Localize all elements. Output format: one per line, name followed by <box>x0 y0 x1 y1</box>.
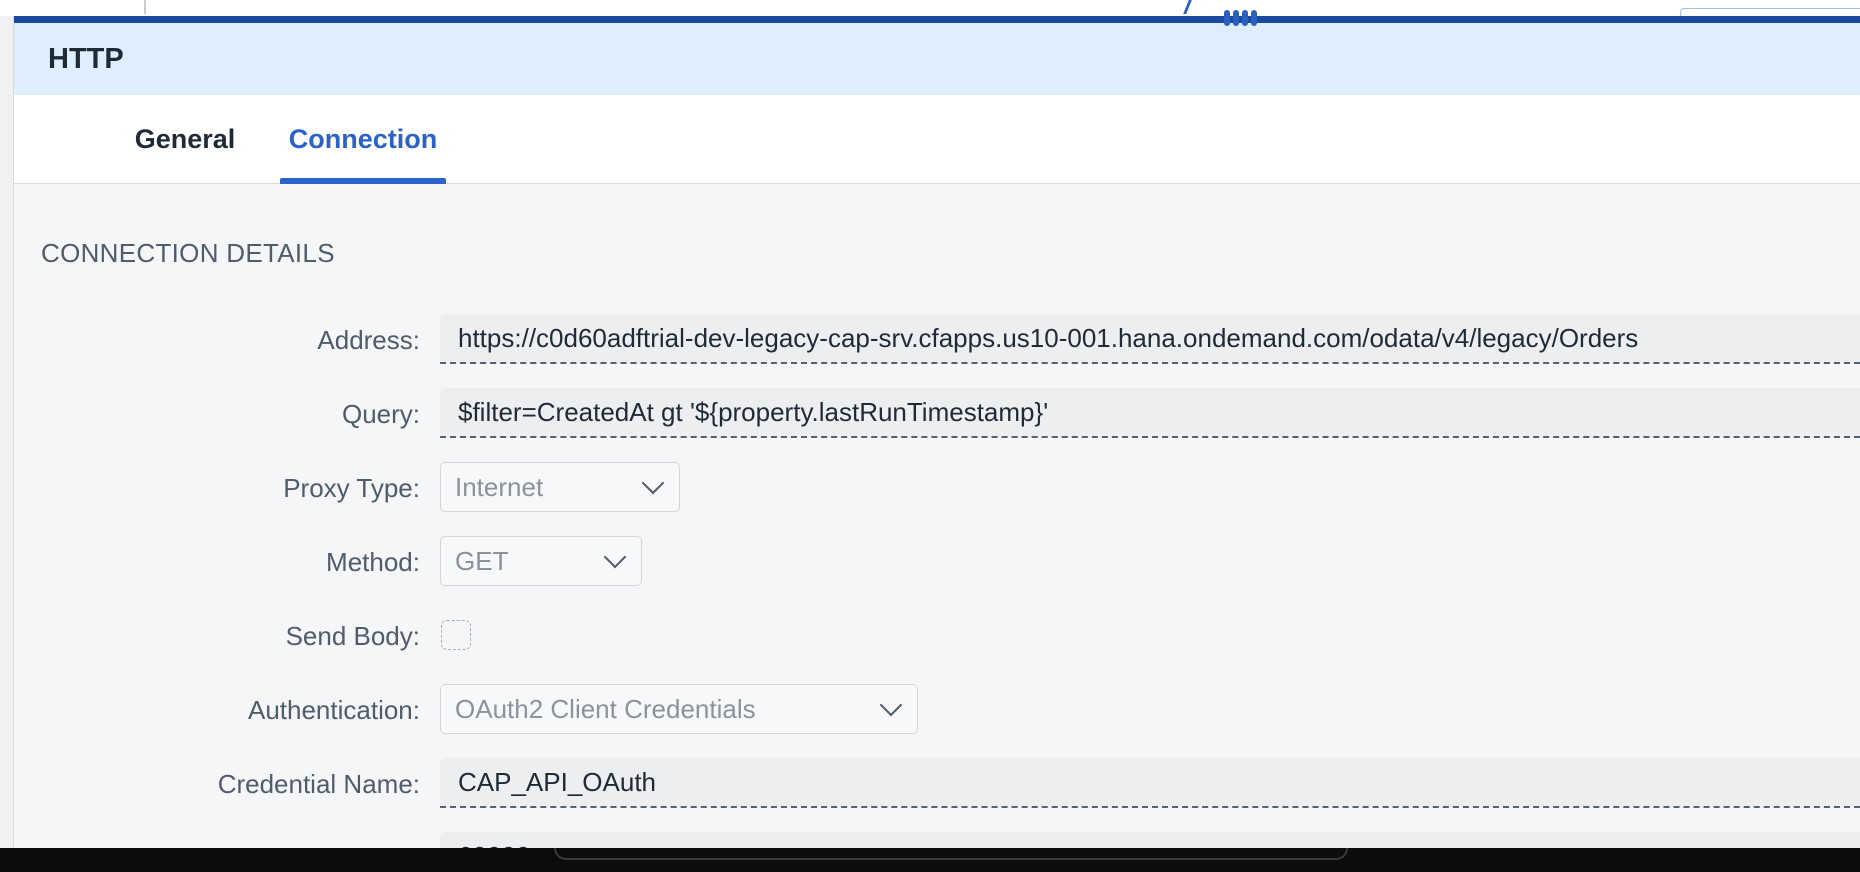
proxy-type-label: Proxy Type: <box>283 472 420 503</box>
send-body-label: Send Body: <box>285 620 420 651</box>
canvas-divider <box>144 0 146 14</box>
tab-connection[interactable]: Connection <box>280 95 446 184</box>
chevron-down-icon <box>641 471 665 495</box>
credential-name-row: Credential Name: CAP_API_OAuth <box>14 758 1860 810</box>
authentication-value: OAuth2 Client Credentials <box>455 693 756 724</box>
properties-panel: HTTP General Connection CONNECTION DETAI… <box>14 16 1860 872</box>
proxy-type-value: Internet <box>455 471 544 502</box>
authentication-select[interactable]: OAuth2 Client Credentials <box>440 684 918 734</box>
method-select[interactable]: GET <box>440 536 642 586</box>
connector-line <box>1183 0 1192 14</box>
screen: HTTP General Connection CONNECTION DETAI… <box>0 0 1860 872</box>
send-body-checkbox[interactable] <box>441 620 471 650</box>
method-row: Method: GET <box>14 536 1860 588</box>
address-row: Address: https://c0d60adftrial-dev-legac… <box>14 314 1860 366</box>
proxy-type-select[interactable]: Internet <box>440 462 680 512</box>
credential-name-input[interactable]: CAP_API_OAuth <box>440 758 1860 808</box>
chevron-down-icon <box>603 545 627 569</box>
authentication-row: Authentication: OAuth2 Client Credential… <box>14 684 1860 736</box>
proxy-type-row: Proxy Type: Internet <box>14 462 1860 514</box>
left-gutter <box>0 16 14 872</box>
address-label: Address: <box>317 324 420 355</box>
query-label: Query: <box>341 398 420 429</box>
panel-header: HTTP <box>14 16 1860 95</box>
authentication-label: Authentication: <box>247 694 420 725</box>
resize-handle-icon[interactable] <box>1224 10 1258 26</box>
chevron-down-icon <box>879 693 903 717</box>
tab-bar: General Connection <box>14 95 1860 184</box>
method-value: GET <box>455 545 509 576</box>
query-input[interactable]: $filter=CreatedAt gt '${property.lastRun… <box>440 388 1860 438</box>
panel-title: HTTP <box>48 42 124 75</box>
credential-name-label: Credential Name: <box>217 768 420 799</box>
method-label: Method: <box>326 546 420 577</box>
query-row: Query: $filter=CreatedAt gt '${property.… <box>14 388 1860 440</box>
canvas-strip <box>0 0 1860 26</box>
bottom-bar <box>0 848 1860 872</box>
section-title: CONNECTION DETAILS <box>41 238 335 268</box>
send-body-row: Send Body: <box>14 610 1860 662</box>
address-input[interactable]: https://c0d60adftrial-dev-legacy-cap-srv… <box>440 314 1860 364</box>
dock-outline <box>554 848 1348 860</box>
tab-general[interactable]: General <box>118 95 252 183</box>
